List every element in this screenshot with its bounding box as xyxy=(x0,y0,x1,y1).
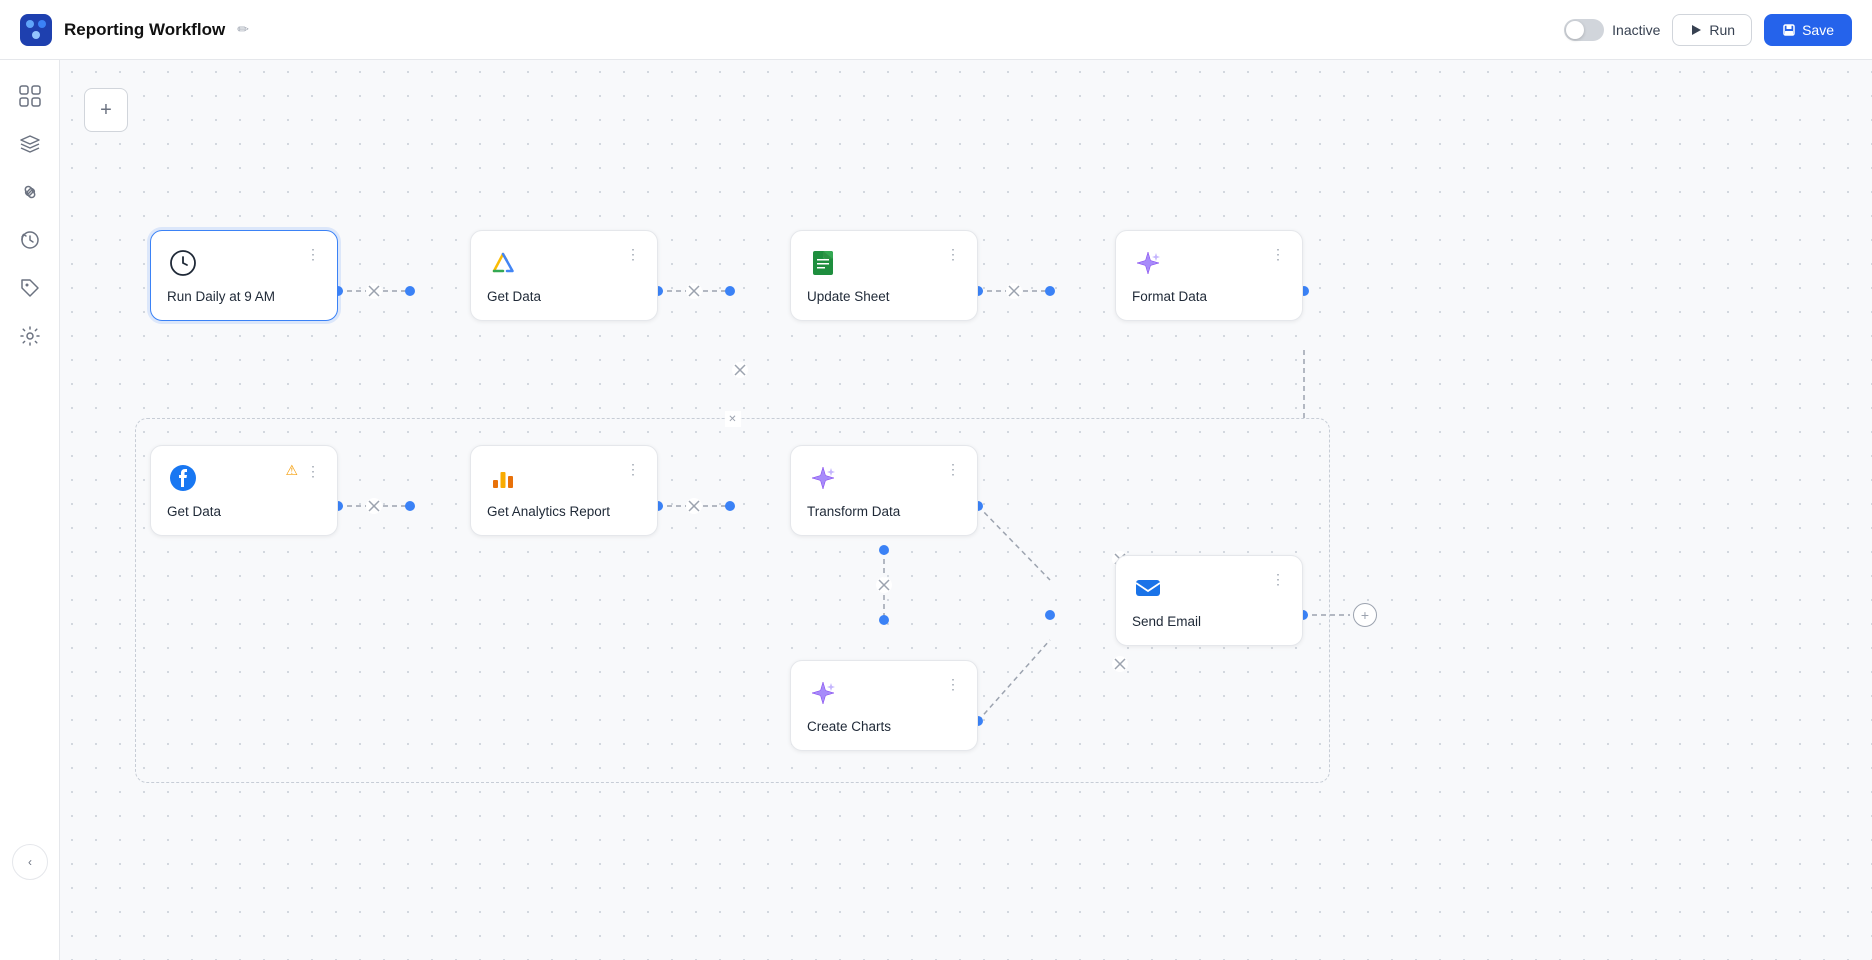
node-create-charts[interactable]: ⋮ Create Charts xyxy=(790,660,978,751)
canvas: + ✕ ⋮ Run Daily at 9 AM xyxy=(60,60,1872,960)
workflow-icon xyxy=(19,85,41,107)
node-format-data[interactable]: ⋮ Format Data xyxy=(1115,230,1303,321)
node-get-data-1-header: ⋮ xyxy=(487,247,641,279)
node-get-data-2-menu[interactable]: ⋮ xyxy=(306,464,321,478)
node-send-email[interactable]: ⋮ Send Email xyxy=(1115,555,1303,646)
google-ads-icon xyxy=(487,247,519,279)
status-toggle[interactable] xyxy=(1564,19,1604,41)
toggle-knob xyxy=(1566,21,1584,39)
node-transform-label: Transform Data xyxy=(807,504,961,519)
header-left: Reporting Workflow ✏ xyxy=(20,14,249,46)
node-create-charts-label: Create Charts xyxy=(807,719,961,734)
node-format-data-header: ⋮ xyxy=(1132,247,1286,279)
node-trigger-header: ⋮ xyxy=(167,247,321,279)
tag-icon xyxy=(19,277,41,299)
sparkle-icon-3 xyxy=(807,677,839,709)
edit-icon[interactable]: ✏ xyxy=(237,21,249,38)
layers-icon xyxy=(19,133,41,155)
node-transform-header: ⋮ xyxy=(807,462,961,494)
inactive-label: Inactive xyxy=(1612,22,1660,38)
sidebar-item-tags[interactable] xyxy=(10,268,50,308)
header-right: Inactive Run Save xyxy=(1564,14,1852,46)
run-icon xyxy=(1689,23,1703,37)
node-send-email-menu[interactable]: ⋮ xyxy=(1271,572,1286,586)
link-icon xyxy=(19,181,41,203)
google-sheets-icon xyxy=(807,247,839,279)
node-update-sheet-header: ⋮ xyxy=(807,247,961,279)
status-toggle-wrap: Inactive xyxy=(1564,19,1660,41)
node-format-data-label: Format Data xyxy=(1132,289,1286,304)
sidebar-item-settings[interactable] xyxy=(10,316,50,356)
node-get-data-2-header: ⚠ ⋮ xyxy=(167,462,321,494)
node-warning-icon: ⚠ xyxy=(285,462,298,479)
sidebar xyxy=(0,60,60,960)
node-trigger-label: Run Daily at 9 AM xyxy=(167,289,321,304)
node-update-sheet[interactable]: ⋮ Update Sheet xyxy=(790,230,978,321)
history-icon xyxy=(19,229,41,251)
node-format-data-menu[interactable]: ⋮ xyxy=(1271,247,1286,261)
node-send-email-header: ⋮ xyxy=(1132,572,1286,604)
logo-icon xyxy=(20,14,52,46)
node-transform[interactable]: ⋮ Transform Data xyxy=(790,445,978,536)
node-analytics-menu[interactable]: ⋮ xyxy=(626,462,641,476)
node-get-data-2-label: Get Data xyxy=(167,504,321,519)
settings-icon xyxy=(19,325,41,347)
node-update-sheet-menu[interactable]: ⋮ xyxy=(946,247,961,261)
sidebar-collapse-button[interactable]: ‹ xyxy=(12,844,48,880)
chart-bar-icon xyxy=(487,462,519,494)
node-get-data-1[interactable]: ⋮ Get Data xyxy=(470,230,658,321)
email-icon xyxy=(1132,572,1164,604)
node-create-charts-header: ⋮ xyxy=(807,677,961,709)
node-trigger-menu[interactable]: ⋮ xyxy=(306,247,321,261)
node-analytics[interactable]: ⋮ Get Analytics Report xyxy=(470,445,658,536)
group-close-top[interactable]: ✕ xyxy=(725,411,741,427)
node-get-data-1-label: Get Data xyxy=(487,289,641,304)
run-button[interactable]: Run xyxy=(1672,14,1752,46)
node-send-email-label: Send Email xyxy=(1132,614,1286,629)
node-trigger[interactable]: ⋮ Run Daily at 9 AM xyxy=(150,230,338,321)
workflow-title: Reporting Workflow xyxy=(64,20,225,40)
clock-icon xyxy=(167,247,199,279)
add-after-send-email[interactable]: + xyxy=(1353,603,1377,627)
node-analytics-header: ⋮ xyxy=(487,462,641,494)
node-get-data-1-menu[interactable]: ⋮ xyxy=(626,247,641,261)
node-create-charts-menu[interactable]: ⋮ xyxy=(946,677,961,691)
node-update-sheet-label: Update Sheet xyxy=(807,289,961,304)
sidebar-item-layers[interactable] xyxy=(10,124,50,164)
sidebar-item-workflows[interactable] xyxy=(10,76,50,116)
header: Reporting Workflow ✏ Inactive Run Save xyxy=(0,0,1872,60)
node-analytics-label: Get Analytics Report xyxy=(487,504,641,519)
node-get-data-2[interactable]: ⚠ ⋮ Get Data xyxy=(150,445,338,536)
sidebar-item-links[interactable] xyxy=(10,172,50,212)
facebook-icon xyxy=(167,462,199,494)
save-icon xyxy=(1782,23,1796,37)
sidebar-item-history[interactable] xyxy=(10,220,50,260)
sparkle-icon-1 xyxy=(1132,247,1164,279)
sparkle-icon-2 xyxy=(807,462,839,494)
add-node-button[interactable]: + xyxy=(84,88,128,132)
node-transform-menu[interactable]: ⋮ xyxy=(946,462,961,476)
save-button[interactable]: Save xyxy=(1764,14,1852,46)
